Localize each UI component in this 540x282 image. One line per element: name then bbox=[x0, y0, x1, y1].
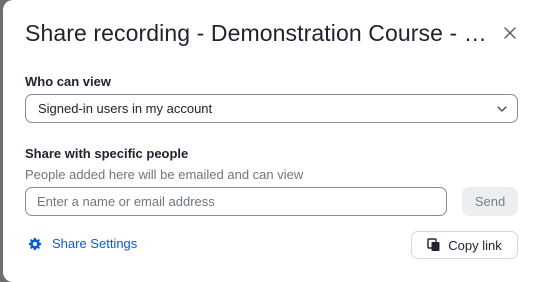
gear-icon bbox=[28, 237, 42, 250]
chevron-down-icon bbox=[497, 106, 507, 112]
share-with-people-label: Share with specific people bbox=[25, 146, 189, 161]
close-button[interactable] bbox=[500, 23, 520, 43]
send-button[interactable]: Send bbox=[462, 187, 518, 216]
name-or-email-input[interactable] bbox=[25, 187, 447, 216]
who-can-view-select[interactable]: Signed-in users in my account bbox=[25, 94, 518, 123]
copy-link-button[interactable]: Copy link bbox=[411, 231, 518, 259]
dialog-title: Share recording - Demonstration Course -… bbox=[25, 20, 495, 46]
share-settings-link[interactable]: Share Settings bbox=[28, 236, 137, 251]
copy-link-label: Copy link bbox=[448, 237, 502, 253]
close-icon bbox=[504, 27, 516, 39]
share-helper-text: People added here will be emailed and ca… bbox=[25, 167, 304, 182]
who-can-view-value: Signed-in users in my account bbox=[38, 101, 213, 116]
share-settings-label: Share Settings bbox=[52, 236, 138, 251]
who-can-view-label: Who can view bbox=[25, 74, 111, 89]
share-recording-dialog: Share recording - Demonstration Course -… bbox=[3, 0, 540, 282]
copy-icon bbox=[427, 238, 440, 251]
